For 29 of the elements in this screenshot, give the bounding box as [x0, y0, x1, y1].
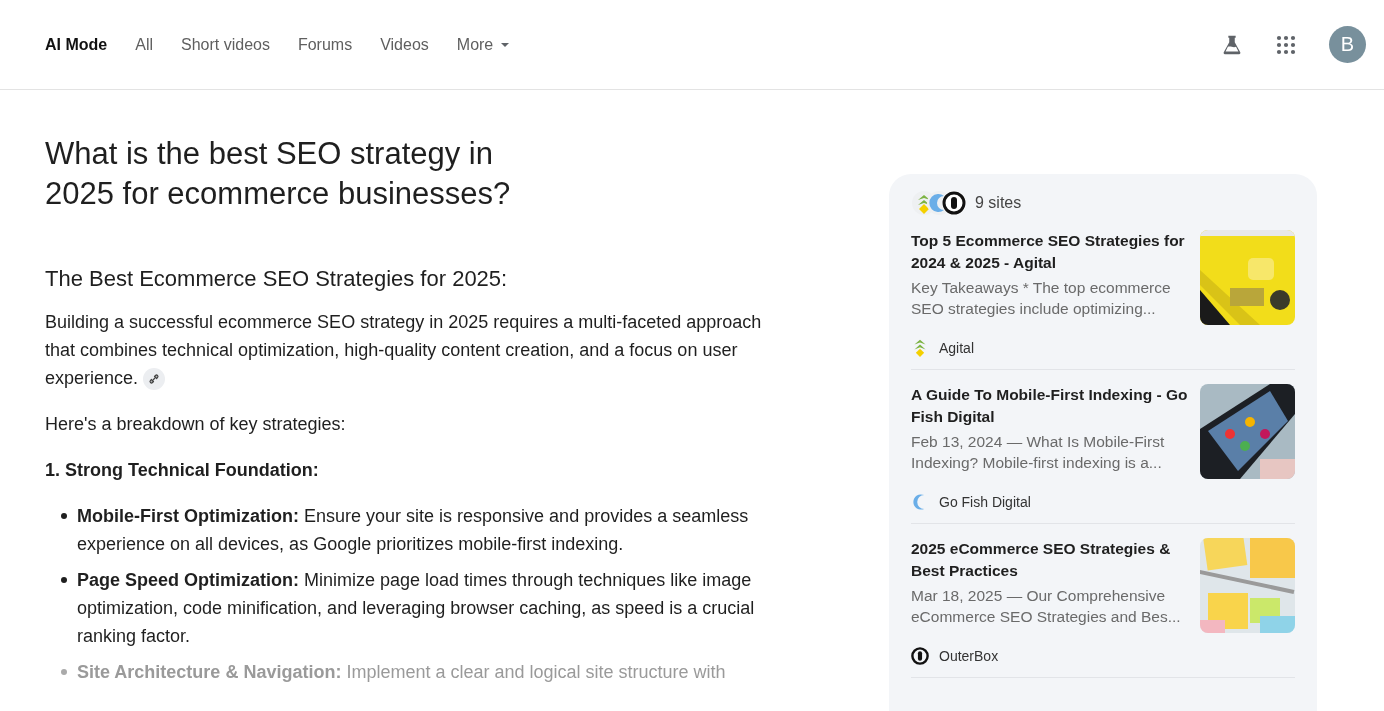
answer-paragraph: Here's a breakdown of key strategies: — [45, 413, 347, 436]
site-name: Go Fish Digital — [939, 494, 1031, 510]
source-title-link[interactable]: A Guide To Mobile-First Indexing - Go Fish Digital — [911, 384, 1190, 428]
bullet-text: Mobile-First Optimization: Ensure your site is responsive and provides a seamless experience on all devices, as Google prioritizes mobile-first indexing. — [77, 505, 750, 556]
query-heading: What is the best SEO strategy in 2025 for ecommerce businesses? — [45, 135, 512, 213]
search-tab[interactable]: Short videos — [181, 35, 270, 54]
section-heading: 1. Strong Technical Foundation: — [45, 459, 320, 482]
source-snippet: Key Takeaways * The top ecommerce SEO strategies include optimizing... — [911, 278, 1172, 319]
sites-count: 9 sites — [975, 194, 1022, 212]
search-tab[interactable]: AI Mode — [45, 35, 108, 54]
search-tab[interactable]: All — [135, 35, 153, 54]
source-title-link[interactable]: 2025 eCommerce SEO Strategies & Best Practices — [911, 538, 1190, 582]
link-icon[interactable] — [143, 368, 166, 391]
site-favicon-icon — [911, 647, 929, 665]
flask-icon[interactable] — [1221, 33, 1243, 56]
bullet-text: Page Speed Optimization: Minimize page load times through techniques like image optimization, code minification, and leveraging browser caching, as speed is a crucial ranking factor. — [77, 569, 756, 648]
apps-grid-icon[interactable] — [1276, 34, 1296, 55]
source-snippet: Mar 18, 2025 — Our Comprehensive eCommerce SEO Strategies and Bes... — [911, 586, 1182, 627]
bullet-text: Site Architecture & Navigation: Implement a clear and logical site structure with — [77, 661, 726, 684]
search-tab[interactable]: Forums — [297, 35, 353, 54]
source-title-link[interactable]: Top 5 Ecommerce SEO Strategies for 2024 & 2025 - Agital — [911, 230, 1190, 274]
site-favicons-icon[interactable] — [911, 190, 967, 216]
source-snippet: Feb 13, 2024 — What Is Mobile-First Indexing? Mobile-first indexing is a... — [911, 432, 1166, 473]
site-name: OuterBox — [939, 648, 999, 664]
site-name: Agital — [939, 340, 975, 356]
answer-heading: The Best Ecommerce SEO Strategies for 2025: — [45, 266, 509, 292]
search-tab[interactable]: Videos — [380, 35, 429, 54]
search-tab[interactable]: More — [456, 35, 510, 54]
answer-paragraph: Building a successful ecommerce SEO strategy in 2025 requires a multi-faceted approach that combines technical optimization, high-quality content creation, and a focus on user experience. — [45, 308, 795, 392]
